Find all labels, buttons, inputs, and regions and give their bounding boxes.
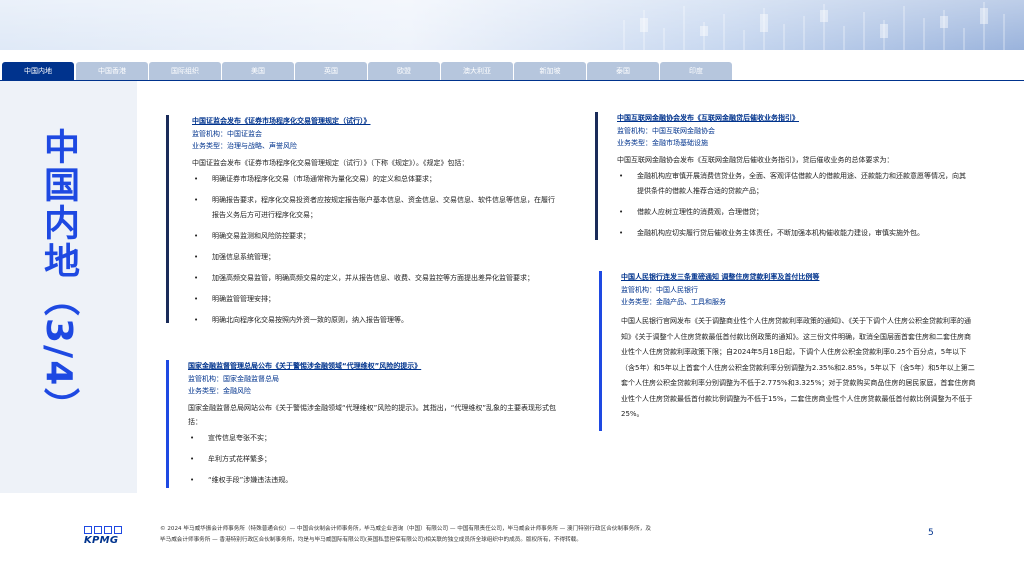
side-title: 中国内地（3/4） (38, 128, 79, 426)
section-category: 业务类型：金融产品、工具和服务 (621, 298, 726, 306)
section-title: 中国证监会发布《证券市场程序化交易管理规定（试行）》 (192, 117, 371, 125)
bullet-item: 明确报告要求，程序化交易投资者应按规定报告账户基本信息、资金信息、交易信息、软件… (192, 193, 557, 229)
tab-1[interactable]: 中国香港 (76, 62, 148, 80)
bullet-item: 明确交易监测和风险防控要求； (192, 229, 557, 250)
section-bullets: 金融机构应审慎开展消费信贷业务，全面、客观评估借款人的借款用途、还款能力和还款意… (617, 169, 972, 247)
tab-4[interactable]: 英国 (295, 62, 367, 80)
bullet-item: 牟利方式花样繁多； (188, 452, 558, 473)
section-accent-bar (166, 115, 169, 323)
section-category: 业务类型：金融市场基础设施 (617, 139, 708, 147)
footer-legal-text: © 2024 毕马威华振会计师事务所（特殊普通合伙）— 中国合伙制会计师事务所，… (160, 524, 860, 546)
section-pboc-housing-loans: 中国人民银行连发三条重磅通知 调整住房贷款利率及首付比例等 监管机构：中国人民银… (599, 271, 976, 431)
section-regulator: 监管机构：中国互联网金融协会 (617, 127, 715, 135)
tab-7[interactable]: 新加坡 (514, 62, 586, 80)
section-accent-bar (599, 271, 602, 431)
section-accent-bar (166, 360, 169, 488)
tab-9[interactable]: 印度 (660, 62, 732, 80)
tab-5[interactable]: 欧盟 (368, 62, 440, 80)
section-csrc-program-trading: 中国证监会发布《证券市场程序化交易管理规定（试行）》 监管机构：中国证监会 业务… (166, 115, 557, 334)
page-number: 5 (928, 528, 934, 538)
section-intro: 国家金融监督总局网站公布《关于警惕涉金融领域“代理维权”风险的提示》。其指出，“… (188, 404, 557, 426)
bullet-item: 明确北向程序化交易按照内外资一致的原则，纳入报告管理等。 (192, 313, 557, 334)
section-intro: 中国证监会发布《证券市场程序化交易管理规定（试行）》（下称《规定》）。《规定》包… (192, 159, 469, 167)
footer-line: © 2024 毕马威华振会计师事务所（特殊普通合伙）— 中国合伙制会计师事务所，… (160, 526, 651, 532)
section-category: 业务类型：金融风险 (188, 387, 251, 395)
section-accent-bar (595, 112, 598, 240)
section-regulator: 监管机构：国家金融监督总局 (188, 375, 279, 383)
bullet-item: 明确证券市场程序化交易（市场通常称为量化交易）的定义和总体要求； (192, 172, 557, 193)
section-title: 国家金融监督管理总局公布《关于警惕涉金融领域“代理维权”风险的提示》 (188, 362, 422, 370)
kpmg-logo: KPMG (84, 526, 126, 546)
bullet-item: 借款人应树立理性的消费观，合理借贷； (617, 205, 972, 226)
section-regulator: 监管机构：中国人民银行 (621, 286, 698, 294)
section-category: 业务类型：治理与战略、声誉风险 (192, 142, 297, 150)
banner-chart-decoration (623, 2, 1005, 50)
bullet-item: “维权手段”涉嫌违法违规。 (188, 473, 558, 494)
section-intro: 中国互联网金融协会发布《互联网金融贷后催收业务指引》，贷后催收业务的总体要求为： (617, 156, 894, 164)
section-title: 中国互联网金融协会发布《互联网金融贷后催收业务指引》 (617, 114, 799, 122)
section-title: 中国人民银行连发三条重磅通知 调整住房贷款利率及首付比例等 (621, 273, 820, 281)
bullet-item: 加强高频交易监管，明确高频交易的定义，并从报告信息、收费、交易监控等方面提出差异… (192, 271, 557, 292)
section-nifa-collection: 中国互联网金融协会发布《互联网金融贷后催收业务指引》 监管机构：中国互联网金融协… (595, 112, 972, 247)
section-bullets: 明确证券市场程序化交易（市场通常称为量化交易）的定义和总体要求； 明确报告要求，… (192, 172, 557, 334)
tab-0[interactable]: 中国内地 (2, 62, 74, 80)
tab-8[interactable]: 泰国 (587, 62, 659, 80)
section-regulator: 监管机构：中国证监会 (192, 130, 262, 138)
bullet-item: 加强信息系统管理； (192, 250, 557, 271)
bullet-item: 宣传信息夸张不实； (188, 431, 558, 452)
tab-2[interactable]: 国际组织 (149, 62, 221, 80)
bullet-item: 明确监管管理安排； (192, 292, 557, 313)
tab-3[interactable]: 美国 (222, 62, 294, 80)
footer-line: 毕马威会计师事务所 — 香港特别行政区合伙制事务所，均是与毕马威国际有限公司(英… (160, 537, 582, 543)
region-tabs: 中国内地 中国香港 国际组织 美国 英国 欧盟 澳大利亚 新加坡 泰国 印度 (0, 62, 1024, 80)
bullet-item: 金融机构应审慎开展消费信贷业务，全面、客观评估借款人的借款用途、还款能力和还款意… (617, 169, 972, 205)
tab-6[interactable]: 澳大利亚 (441, 62, 513, 80)
header-banner (0, 0, 1024, 50)
section-nfra-rights-agency: 国家金融监督管理总局公布《关于警惕涉金融领域“代理维权”风险的提示》 监管机构：… (166, 360, 558, 494)
section-bullets: 宣传信息夸张不实； 牟利方式花样繁多； “维权手段”涉嫌违法违规。 (188, 431, 558, 494)
section-body: 中国人民银行官网发布《关于调整商业性个人住房贷款利率政策的通知》、《关于下调个人… (621, 317, 976, 418)
bullet-item: 金融机构应切实履行贷后催收业务主体责任，不断加强本机构催收能力建设，审慎实施外包… (617, 226, 972, 247)
